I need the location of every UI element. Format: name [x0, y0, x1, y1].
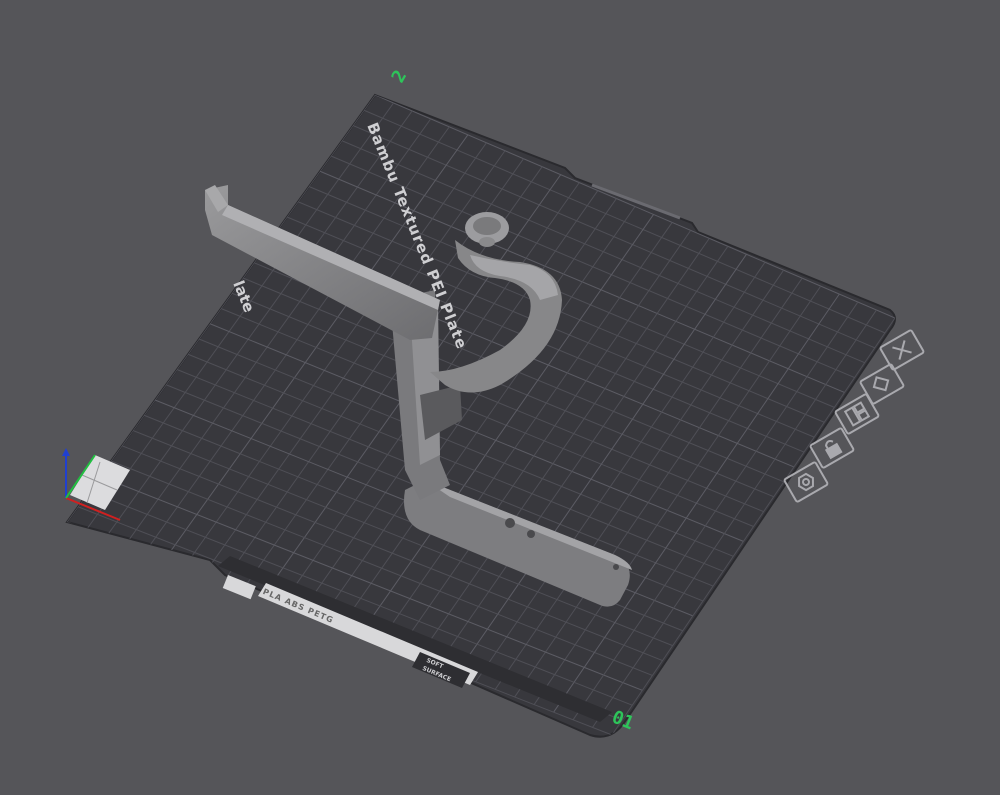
3d-viewport[interactable]: Bambu Textured PEI Plate late PLA ABS PE…: [0, 0, 1000, 791]
build-plate[interactable]: [65, 93, 896, 738]
viewport-canvas[interactable]: [0, 0, 1000, 791]
auto-orient-icon[interactable]: [859, 363, 905, 405]
